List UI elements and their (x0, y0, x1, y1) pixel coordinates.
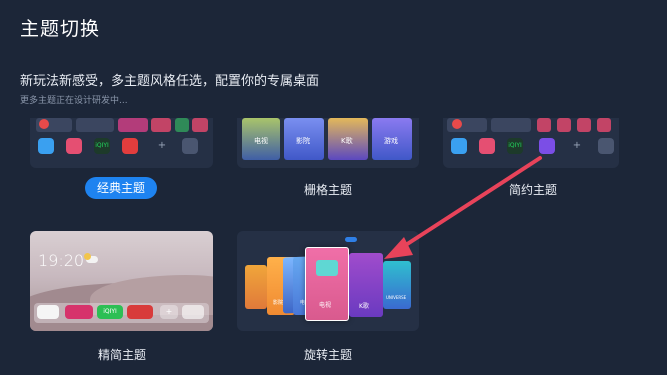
play-icon (451, 138, 467, 154)
rotate-card: K歌 (349, 253, 383, 317)
theme-label-compact: 精简主题 (97, 348, 146, 362)
tile (537, 118, 551, 132)
theme-card-simple[interactable]: iQIYI + (443, 118, 619, 168)
grid-tile-label: 影院 (296, 137, 310, 145)
grid-tile-label: 电视 (254, 137, 268, 145)
grid-tile: 电视 (242, 118, 280, 160)
shop-icon (127, 305, 153, 319)
theme-label-simple: 简约主题 (508, 183, 557, 197)
grid-tile-label: K歌 (341, 137, 353, 145)
tile (36, 118, 72, 132)
rotate-card-center: 电视 (305, 247, 349, 321)
tile (151, 118, 171, 132)
rotate-card-label: 电视 (319, 302, 332, 309)
theme-card-classic[interactable]: iQIYI + (30, 118, 213, 168)
arrow-line (396, 156, 542, 252)
grid-tile: 影院 (284, 118, 324, 160)
play-icon (37, 305, 59, 319)
rotate-card (245, 265, 267, 309)
theme-badge-classic[interactable]: 经典主题 (85, 177, 157, 199)
iqiyi-icon: iQIYI (507, 138, 523, 154)
rotate-card: UNIVERSE (383, 261, 411, 309)
record-icon (452, 119, 462, 129)
tile (175, 118, 189, 132)
rotate-card-label: 影院 (273, 300, 284, 306)
theme-card-compact[interactable]: 19:20 iQIYI + (30, 231, 213, 331)
page-title: 主题切换 (20, 18, 101, 40)
k-song-icon (539, 138, 555, 154)
rotate-card-label: K歌 (359, 303, 369, 310)
theme-label-grid: 栅格主题 (303, 183, 352, 197)
video-icon (479, 138, 495, 154)
record-icon (39, 119, 49, 129)
grid-tile-label: 游戏 (384, 137, 398, 145)
shop-icon (122, 138, 138, 154)
page-subtitle: 新玩法新感受，多主题风格任选，配置你的专属桌面 (20, 74, 320, 89)
theme-card-grid[interactable]: 电视 影院 K歌 游戏 (237, 118, 419, 168)
tile (76, 118, 114, 132)
rotate-card-label: UNIVERSE (386, 295, 407, 300)
play-icon (38, 138, 54, 154)
video-icon (65, 305, 93, 319)
clock: 19:20 (38, 251, 85, 270)
video-icon (66, 138, 82, 154)
grid-icon (598, 138, 614, 154)
tv-icon (316, 260, 338, 276)
tile (447, 118, 487, 132)
sun-icon (84, 253, 91, 260)
grid-icon (182, 305, 204, 319)
tile (118, 118, 148, 132)
theme-label-rotate: 旋转主题 (303, 348, 352, 362)
grid-tile: 游戏 (372, 118, 412, 160)
page-hint: 更多主题正在设计研发中... (20, 96, 128, 106)
iqiyi-icon: iQIYI (94, 138, 110, 154)
status-pill (345, 237, 357, 242)
tile (597, 118, 611, 132)
plus-icon: + (157, 140, 167, 151)
theme-card-rotate[interactable]: 影院 电视 电视 K歌 UNIVERSE (237, 231, 419, 331)
plus-icon: + (572, 140, 582, 151)
tile (491, 118, 531, 132)
tile (192, 118, 208, 132)
tile (577, 118, 591, 132)
iqiyi-icon: iQIYI (97, 305, 123, 319)
grid-tile: K歌 (328, 118, 368, 160)
tile (557, 118, 571, 132)
grid-icon (182, 138, 198, 154)
plus-icon: + (160, 305, 178, 319)
